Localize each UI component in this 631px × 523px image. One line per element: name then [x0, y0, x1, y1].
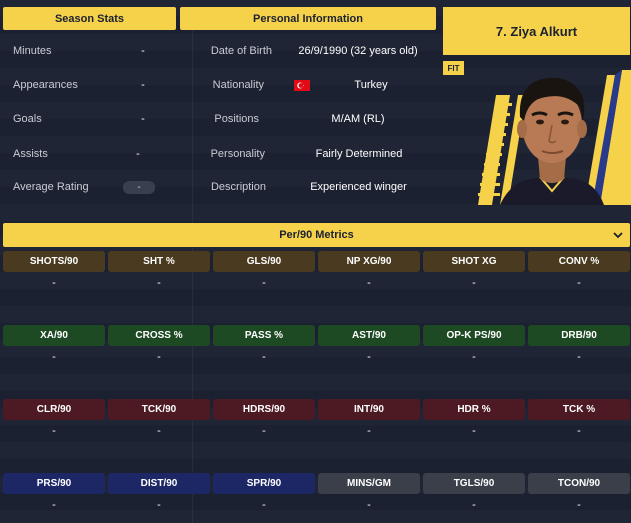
metric-tile-conv-pct[interactable]: CONV % — [528, 251, 630, 272]
info-label-personality: Personality — [210, 148, 265, 160]
metric-value: - — [577, 351, 581, 363]
turkey-flag-icon — [294, 80, 310, 91]
metric-tile-mins-per-game[interactable]: MINS/GM — [318, 473, 420, 494]
metric-tile-shot-pct[interactable]: SHT % — [108, 251, 210, 272]
info-value-personality: Fairly Determined — [315, 148, 403, 160]
stat-label-goals: Goals — [13, 113, 42, 125]
metric-tile-tackle-pct[interactable]: TCK % — [528, 399, 630, 420]
metric-tile-headers-per90[interactable]: HDRS/90 — [213, 399, 315, 420]
metric-value: - — [52, 425, 56, 437]
metric-tile-pass-pct[interactable]: PASS % — [213, 325, 315, 346]
metric-value: - — [472, 277, 476, 289]
season-stats-header: Season Stats — [3, 7, 176, 30]
stat-value-average-rating: - — [137, 182, 141, 193]
metric-value: - — [472, 351, 476, 363]
fit-badge: FIT — [443, 61, 464, 75]
metric-tile-distance-per90[interactable]: DIST/90 — [108, 473, 210, 494]
info-value-positions: M/AM (RL) — [331, 113, 385, 125]
metric-tile-team-goals-per90[interactable]: TGLS/90 — [423, 473, 525, 494]
metric-value: - — [577, 499, 581, 511]
personal-info-header: Personal Information — [180, 7, 436, 30]
metric-value: - — [262, 351, 266, 363]
metric-tile-dribbles-per90[interactable]: DRB/90 — [528, 325, 630, 346]
stat-label-average-rating: Average Rating — [13, 181, 89, 193]
metric-tile-goals-per90[interactable]: GLS/90 — [213, 251, 315, 272]
metric-tile-clearances-per90[interactable]: CLR/90 — [3, 399, 105, 420]
metric-tile-shots-per90[interactable]: SHOTS/90 — [3, 251, 105, 272]
player-name-header[interactable]: 7. Ziya Alkurt — [443, 7, 630, 55]
metric-value: - — [52, 351, 56, 363]
info-label-description: Description — [210, 181, 266, 193]
average-rating-pill: - — [123, 181, 155, 194]
stat-label-assists: Assists — [13, 148, 48, 160]
metric-tile-sprints-per90[interactable]: SPR/90 — [213, 473, 315, 494]
stat-value-appearances: - — [141, 79, 145, 91]
chevron-down-icon[interactable] — [612, 229, 624, 241]
player-portrait — [478, 70, 631, 205]
metric-value: - — [367, 499, 371, 511]
metric-value: - — [157, 351, 161, 363]
metric-tile-assists-per90[interactable]: AST/90 — [318, 325, 420, 346]
metric-value: - — [262, 277, 266, 289]
metric-value: - — [157, 499, 161, 511]
metric-value: - — [157, 277, 161, 289]
metric-value: - — [472, 499, 476, 511]
metric-value: - — [367, 277, 371, 289]
metric-tile-cross-pct[interactable]: CROSS % — [108, 325, 210, 346]
stat-label-appearances: Appearances — [13, 79, 78, 91]
metric-tile-interceptions-per90[interactable]: INT/90 — [318, 399, 420, 420]
metric-tile-pressures-per90[interactable]: PRS/90 — [3, 473, 105, 494]
metric-value: - — [262, 425, 266, 437]
metric-value: - — [577, 425, 581, 437]
metric-value: - — [367, 351, 371, 363]
stat-value-assists: - — [136, 148, 140, 160]
metric-tile-xa-per90[interactable]: XA/90 — [3, 325, 105, 346]
metric-tile-tackles-per90[interactable]: TCK/90 — [108, 399, 210, 420]
metric-tile-header-pct[interactable]: HDR % — [423, 399, 525, 420]
stat-label-minutes: Minutes — [13, 45, 52, 57]
info-label-nationality: Nationality — [212, 79, 264, 91]
metric-tile-shot-xg[interactable]: SHOT XG — [423, 251, 525, 272]
metric-value: - — [262, 499, 266, 511]
info-value-dob: 26/9/1990 (32 years old) — [298, 45, 418, 57]
metric-value: - — [52, 499, 56, 511]
info-label-positions: Positions — [214, 113, 259, 125]
metric-value: - — [157, 425, 161, 437]
metric-tile-opk-ps-per90[interactable]: OP-K PS/90 — [423, 325, 525, 346]
metric-value: - — [52, 277, 56, 289]
metric-value: - — [577, 277, 581, 289]
metric-tile-team-conceded-per90[interactable]: TCON/90 — [528, 473, 630, 494]
info-label-dob: Date of Birth — [210, 45, 272, 57]
metric-value: - — [367, 425, 371, 437]
metric-tile-npxg-per90[interactable]: NP XG/90 — [318, 251, 420, 272]
stat-value-minutes: - — [141, 45, 145, 57]
per90-metrics-header[interactable]: Per/90 Metrics — [3, 223, 630, 247]
stat-value-goals: - — [141, 113, 145, 125]
info-value-nationality: Turkey — [354, 79, 388, 91]
info-value-description: Experienced winger — [310, 181, 407, 193]
per90-metrics-title: Per/90 Metrics — [279, 229, 354, 241]
metric-value: - — [472, 425, 476, 437]
